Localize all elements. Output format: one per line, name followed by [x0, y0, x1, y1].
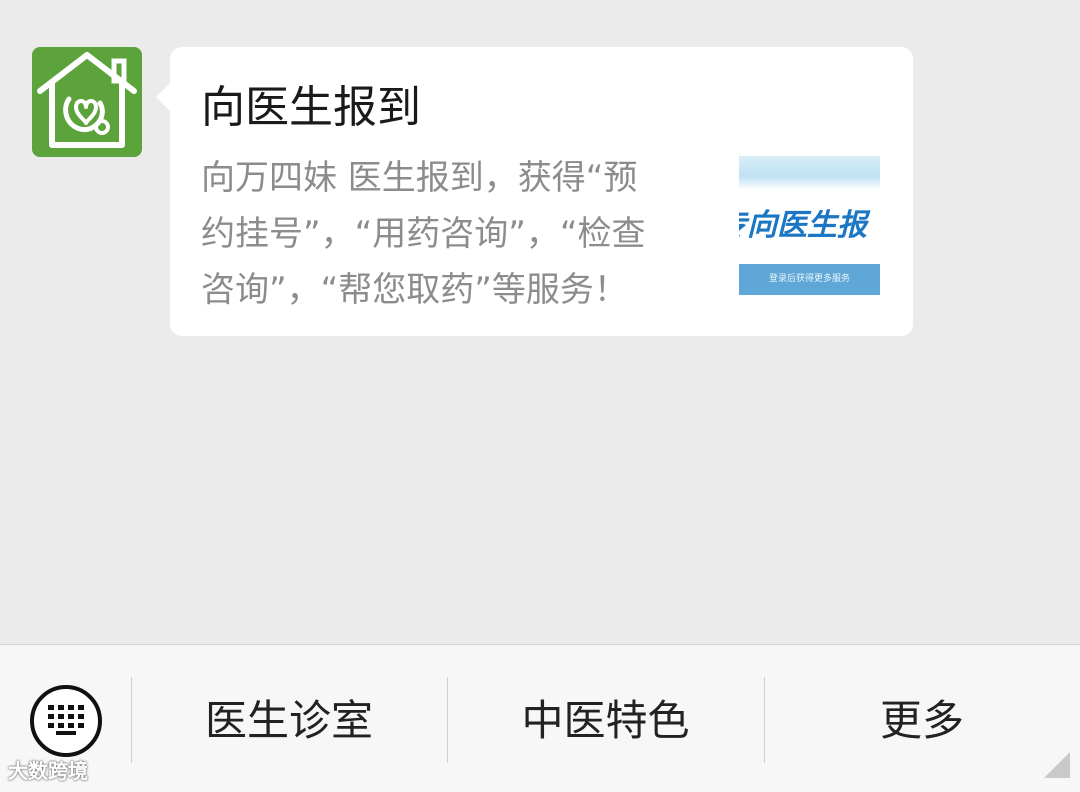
watermark: 大数跨境 [8, 756, 88, 786]
article-card[interactable]: 向医生报到 向万四妹 医生报到，获得“预 约挂号”，“用药咨询”，“检查 咨询”… [156, 47, 913, 336]
menu-item-doctor-office[interactable]: 医生诊室 [131, 689, 447, 753]
official-account-avatar[interactable] [32, 47, 142, 157]
menu-item-tcm-features[interactable]: 中医特色 [447, 689, 764, 753]
card-title: 向医生报到 [201, 82, 421, 133]
chat-area: 向医生报到 向万四妹 医生报到，获得“预 约挂号”，“用药咨询”，“检查 咨询”… [0, 0, 1080, 644]
house-stethoscope-icon [37, 52, 137, 148]
keyboard-toggle-button[interactable] [30, 685, 102, 757]
resize-grip-icon [1044, 752, 1070, 778]
card-description-line: 约挂号”，“用药咨询”，“检查 [201, 214, 646, 254]
card-description: 向万四妹 医生报到，获得“预 约挂号”，“用药咨询”，“检查 咨询”，“帮您取药… [201, 150, 701, 318]
thumbnail-title: 专向医生报 [739, 208, 867, 243]
menu-item-more[interactable]: 更多 [764, 689, 1080, 753]
custom-menu-bar: 医生诊室 中医特色 更多 [0, 644, 1080, 792]
thumbnail-banner: 登录后获得更多服务 [739, 264, 880, 295]
keyboard-icon [48, 705, 84, 735]
card-description-line: 咨询”，“帮您取药”等服务！ [201, 270, 628, 310]
card-description-line: 向万四妹 医生报到，获得“预 [201, 158, 638, 198]
thumbnail-header-decoration [739, 156, 880, 190]
watermark-text: 大数跨境 [8, 759, 88, 783]
card-thumbnail: 专向医生报 登录后获得更多服务 [739, 156, 880, 297]
